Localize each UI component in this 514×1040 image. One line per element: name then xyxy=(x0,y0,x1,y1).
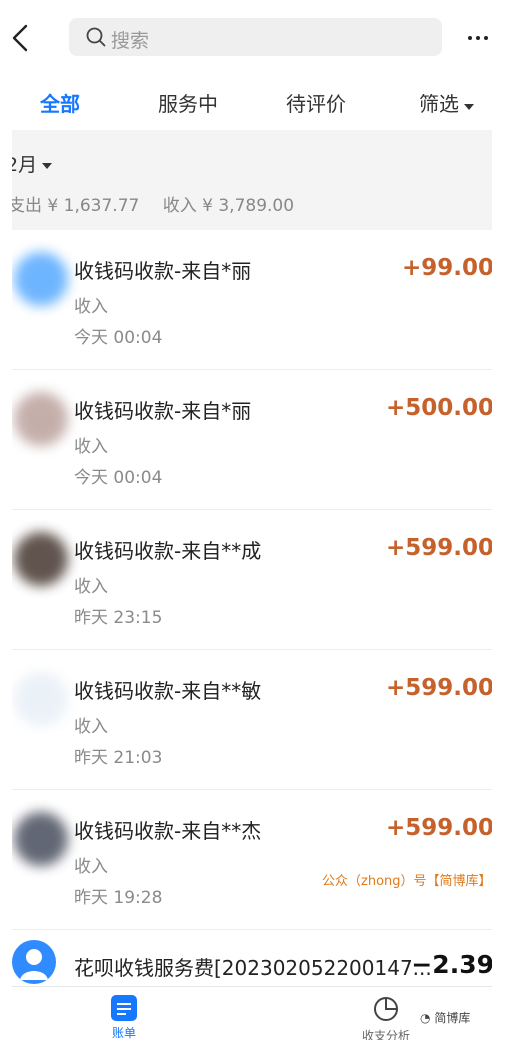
filter-tabs: 全部 服务中 待评价 筛选 xyxy=(12,72,492,130)
transaction-row[interactable]: 收钱码收款-来自**敏 +599.00 收入 昨天 21:03 xyxy=(12,650,492,790)
app-screen: 搜索 全部 服务中 待评价 筛选 2月 支出 ¥ 1,637.77 收入 ¥ 3… xyxy=(12,0,492,1040)
tab-in-service[interactable]: 服务中 xyxy=(158,88,218,117)
transaction-row[interactable]: 收钱码收款-来自**杰 +599.00 收入 昨天 19:28 xyxy=(12,790,492,930)
avatar xyxy=(14,252,68,306)
credit-text: 简博库 xyxy=(434,1011,471,1025)
avatar xyxy=(14,812,68,866)
transaction-row[interactable]: 花呗收钱服务费[202302052200147... −2.39 xyxy=(12,930,492,985)
transaction-row[interactable]: 收钱码收款-来自*丽 +99.00 收入 今天 00:04 xyxy=(12,230,492,370)
credit-watermark: ◔ 简博库 xyxy=(420,1009,470,1026)
month-summary: 2月 支出 ¥ 1,637.77 收入 ¥ 3,789.00 xyxy=(12,130,492,230)
avatar xyxy=(14,672,68,726)
transaction-category: 收入 xyxy=(74,857,108,877)
transaction-amount: −2.39 xyxy=(411,950,492,979)
transaction-time: 昨天 21:03 xyxy=(74,748,163,768)
transaction-row[interactable]: 收钱码收款-来自**成 +599.00 收入 昨天 23:15 xyxy=(12,510,492,650)
month-totals: 支出 ¥ 1,637.77 收入 ¥ 3,789.00 xyxy=(12,191,312,216)
transaction-category: 收入 xyxy=(74,577,108,597)
nav-analysis[interactable]: 收支分析 xyxy=(356,995,416,1040)
more-icon[interactable] xyxy=(468,25,492,45)
transaction-category: 收入 xyxy=(74,437,108,457)
transaction-row[interactable]: 收钱码收款-来自*丽 +500.00 收入 今天 00:04 xyxy=(12,370,492,510)
tab-filter-label: 筛选 xyxy=(419,92,459,116)
income-total: 收入 ¥ 3,789.00 xyxy=(162,196,295,216)
transaction-time: 昨天 19:28 xyxy=(74,888,163,908)
chevron-down-icon xyxy=(42,162,53,169)
transaction-time: 今天 00:04 xyxy=(74,468,163,488)
wechat-icon: ◔ xyxy=(420,1011,431,1025)
nav-analysis-label: 收支分析 xyxy=(361,1029,410,1040)
transaction-title: 收钱码收款-来自**敏 xyxy=(74,679,262,703)
transaction-time: 今天 00:04 xyxy=(74,328,163,348)
nav-bill[interactable]: 账单 xyxy=(104,995,144,1040)
transaction-time: 昨天 23:15 xyxy=(74,608,163,628)
tab-to-review[interactable]: 待评价 xyxy=(286,88,346,117)
chevron-down-icon xyxy=(464,103,474,110)
transaction-category: 收入 xyxy=(74,717,108,737)
search-input[interactable]: 搜索 xyxy=(69,18,442,56)
transaction-amount: +599.00 xyxy=(385,675,492,701)
transaction-title: 收钱码收款-来自**成 xyxy=(74,539,262,563)
tab-all[interactable]: 全部 xyxy=(40,88,80,117)
transaction-amount: +500.00 xyxy=(385,395,492,421)
transaction-amount: +99.00 xyxy=(401,255,492,281)
transaction-title: 收钱码收款-来自**杰 xyxy=(74,819,262,843)
avatar xyxy=(14,392,68,446)
back-icon[interactable] xyxy=(12,22,38,54)
pie-chart-icon xyxy=(374,997,398,1021)
month-selector[interactable]: 2月 xyxy=(12,150,53,177)
month-label: 2月 xyxy=(12,154,38,176)
bill-icon xyxy=(111,995,137,1021)
default-avatar-icon xyxy=(12,940,56,984)
nav-bill-label: 账单 xyxy=(111,1026,136,1040)
transaction-title: 花呗收钱服务费[202302052200147... xyxy=(74,956,432,980)
watermark-text: 公众（zhong）号【简博库】 xyxy=(322,874,492,889)
transaction-amount: +599.00 xyxy=(385,815,492,841)
avatar xyxy=(14,532,68,586)
transaction-amount: +599.00 xyxy=(385,535,492,561)
transaction-category: 收入 xyxy=(74,297,108,317)
transaction-title: 收钱码收款-来自*丽 xyxy=(74,399,252,423)
filter-dropdown[interactable]: 筛选 xyxy=(419,88,474,117)
expense-total: 支出 ¥ 1,637.77 xyxy=(12,196,140,216)
search-placeholder: 搜索 xyxy=(111,30,150,52)
search-icon xyxy=(86,27,106,47)
top-bar: 搜索 xyxy=(12,0,492,72)
transaction-title: 收钱码收款-来自*丽 xyxy=(74,259,252,283)
